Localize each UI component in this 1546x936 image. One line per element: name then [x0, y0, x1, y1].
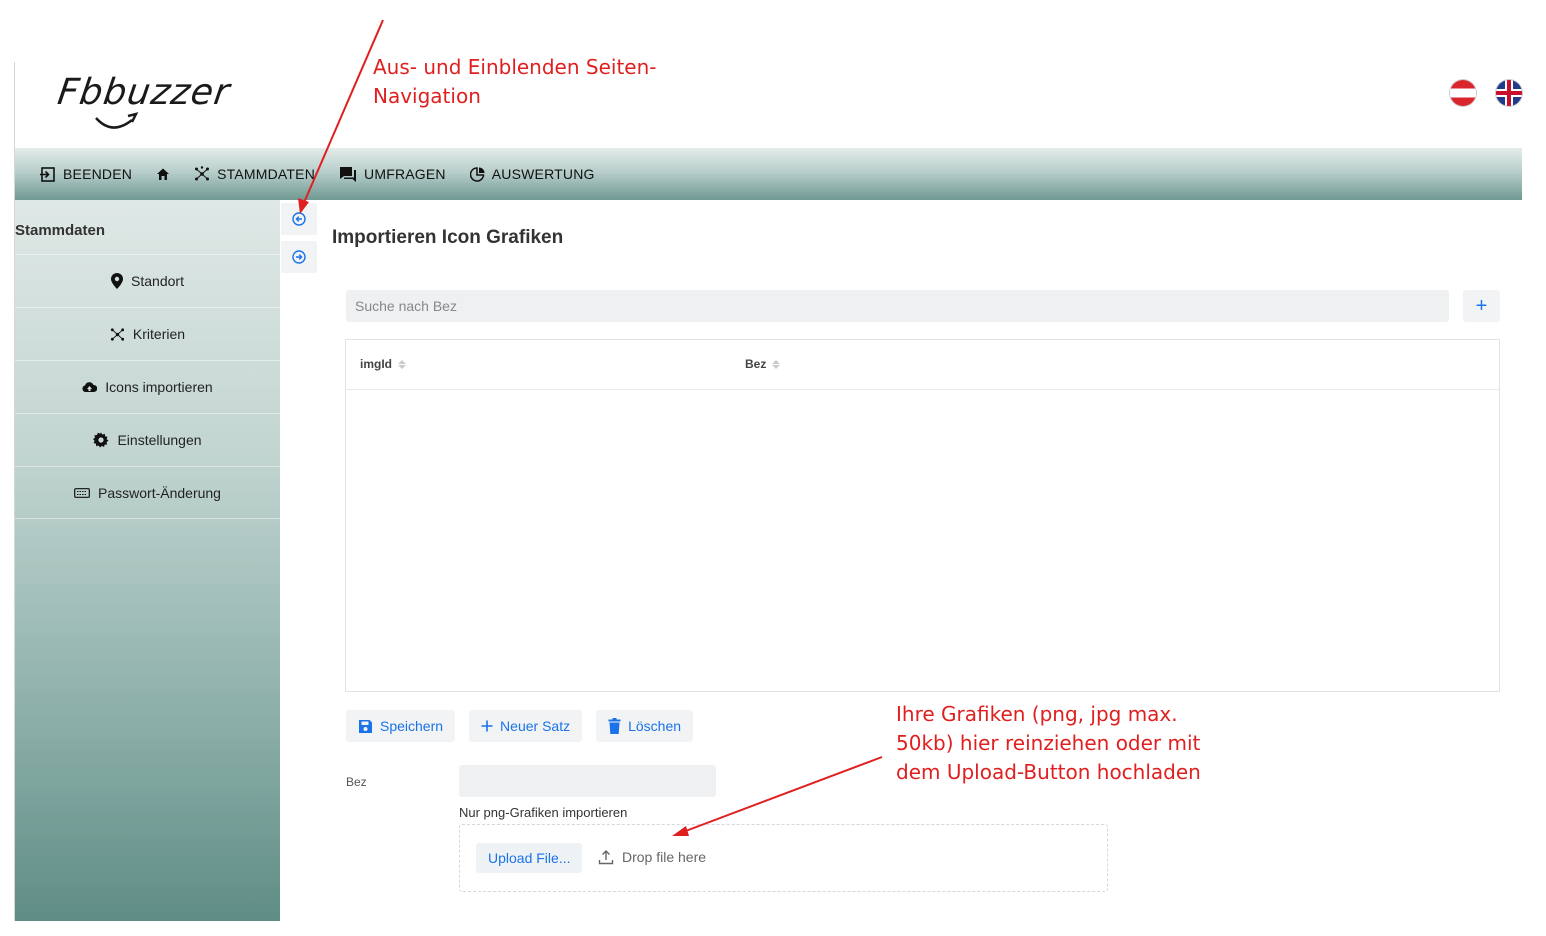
map-pin-icon: [111, 273, 124, 289]
sidebar: Stammdaten Standort Kriterien Icons impo: [15, 200, 280, 921]
logo: Fbbuzzer: [55, 72, 273, 134]
save-button[interactable]: Speichern: [346, 710, 456, 742]
annotation-nav-toggle: Aus- und Einblenden Seiten-Navigation: [373, 55, 657, 108]
column-header-label: Bez: [745, 357, 767, 371]
new-record-button-label: Neuer Satz: [500, 718, 571, 734]
sidebar-item-passwort-aenderung[interactable]: Passwort-Änderung: [15, 466, 280, 519]
austria-flag-icon[interactable]: [1450, 80, 1476, 106]
sidebar-item-icons-importieren[interactable]: Icons importieren: [15, 360, 280, 413]
arrow-left-circle-icon: [292, 212, 306, 226]
upload-icon: [598, 850, 614, 865]
nav-stammdaten-label: STAMMDATEN: [217, 166, 316, 182]
sidebar-item-standort[interactable]: Standort: [15, 254, 280, 307]
exit-icon: [40, 166, 55, 182]
bez-field-label: Bez: [346, 775, 367, 789]
chat-icon: [340, 166, 357, 182]
bez-field[interactable]: [459, 765, 716, 797]
keyboard-icon: [74, 487, 90, 498]
nav-umfragen[interactable]: UMFRAGEN: [339, 166, 446, 183]
delete-button[interactable]: Löschen: [596, 710, 694, 742]
nav-beenden-label: BEENDEN: [63, 166, 133, 182]
nav-home[interactable]: [156, 167, 170, 181]
sidebar-item-label: Icons importieren: [105, 379, 213, 395]
sidebar-item-kriterien[interactable]: Kriterien: [15, 307, 280, 360]
search-input[interactable]: [346, 290, 1449, 322]
table-header: imgId Bez: [346, 340, 1499, 390]
upload-cloud-icon: [82, 382, 98, 392]
nav-auswertung[interactable]: AUSWERTUNG: [469, 166, 595, 182]
nav-stammdaten[interactable]: STAMMDATEN: [194, 166, 315, 182]
annotation-upload: Ihre Grafiken (png, jpg max. 50kb) hier …: [896, 702, 1201, 784]
sidebar-expand-button[interactable]: [281, 241, 317, 273]
column-header-label: imgId: [360, 357, 392, 371]
sidebar-list: Standort Kriterien Icons importieren Ein…: [15, 254, 280, 519]
save-icon: [359, 719, 372, 733]
delete-button-label: Löschen: [628, 718, 682, 734]
plus-icon: [481, 720, 493, 732]
logo-text: Fbbuzzer: [55, 72, 233, 113]
cluster-icon: [195, 166, 210, 181]
add-button[interactable]: +: [1463, 290, 1500, 322]
save-button-label: Speichern: [380, 718, 444, 734]
file-dropzone[interactable]: Upload File... Drop file here: [459, 824, 1108, 892]
language-switcher: [1450, 80, 1522, 106]
drop-file-hint: Drop file here: [598, 849, 706, 865]
page-title: Importieren Icon Grafiken: [332, 227, 564, 248]
uk-flag-icon[interactable]: [1496, 80, 1522, 106]
action-buttons: Speichern Neuer Satz Löschen: [346, 710, 694, 742]
upload-file-button[interactable]: Upload File...: [476, 843, 583, 873]
sidebar-item-einstellungen[interactable]: Einstellungen: [15, 413, 280, 466]
top-navigation: BEENDEN STAMMDATEN UMFRAGEN AUSWERTUNG: [15, 148, 1522, 200]
arrow-right-circle-icon: [292, 250, 306, 264]
cluster-icon: [110, 327, 124, 341]
home-icon: [157, 168, 170, 180]
chart-icon: [469, 166, 485, 182]
logo-smile-icon: [95, 112, 139, 129]
nav-auswertung-label: AUSWERTUNG: [491, 166, 595, 182]
column-header-imgid[interactable]: imgId: [360, 357, 406, 371]
drop-file-label: Drop file here: [622, 849, 707, 865]
nav-beenden[interactable]: BEENDEN: [39, 166, 132, 183]
sidebar-collapse-button[interactable]: [281, 203, 317, 235]
gear-icon: [93, 432, 109, 448]
new-record-button[interactable]: Neuer Satz: [469, 710, 583, 742]
sidebar-item-label: Einstellungen: [117, 432, 202, 448]
icons-table: imgId Bez: [345, 339, 1500, 692]
upload-hint: Nur png-Grafiken importieren: [459, 805, 628, 820]
sort-icon: [398, 359, 406, 369]
sidebar-item-label: Passwort-Änderung: [98, 484, 221, 501]
sort-icon: [772, 359, 781, 369]
sidebar-title: Stammdaten: [15, 222, 106, 239]
sidebar-item-label: Standort: [131, 273, 184, 289]
trash-icon: [608, 718, 621, 734]
sidebar-item-label: Kriterien: [132, 326, 186, 342]
column-header-bez[interactable]: Bez: [745, 357, 781, 371]
nav-umfragen-label: UMFRAGEN: [364, 166, 446, 182]
